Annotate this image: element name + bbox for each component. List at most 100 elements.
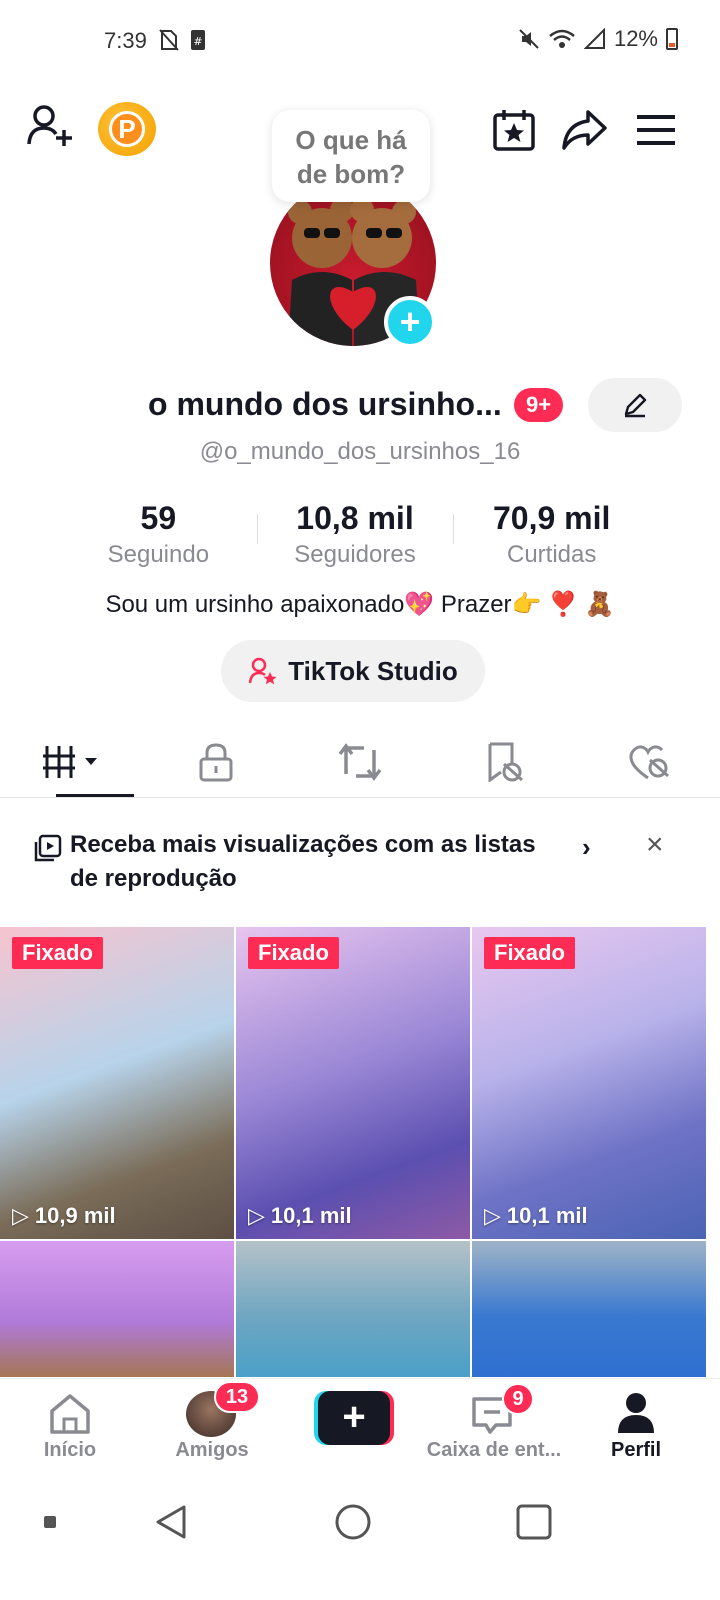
svg-text:#: # bbox=[193, 35, 202, 48]
hamburger-icon bbox=[637, 115, 675, 145]
video-thumbnail[interactable]: Fixado ▷ 10,1 mil bbox=[236, 927, 470, 1239]
video-grid: Fixado ▷ 10,9 mil Fixado ▷ 10,1 mil Fixado… bbox=[0, 927, 720, 1377]
repost-icon bbox=[338, 742, 382, 781]
plus-icon: + bbox=[318, 1391, 390, 1445]
tab-private[interactable] bbox=[144, 726, 288, 797]
nav-friends-label: Amigos bbox=[175, 1439, 249, 1461]
profile-stats: 59 Seguindo 10,8 mil Seguidores 70,9 mil… bbox=[60, 500, 650, 580]
home-button-icon[interactable] bbox=[334, 1503, 372, 1541]
menu-button[interactable] bbox=[630, 104, 682, 156]
plus-icon: + bbox=[399, 301, 421, 342]
back-button-icon[interactable] bbox=[154, 1504, 190, 1540]
view-count: ▷ 10,1 mil bbox=[484, 1203, 588, 1229]
nav-inbox[interactable]: 9 Caixa de ent... bbox=[424, 1379, 564, 1479]
playlist-banner[interactable]: Receba mais visualizações com as listas … bbox=[0, 818, 720, 918]
status-left-icons: # bbox=[158, 28, 206, 52]
battery-text: 12% bbox=[613, 26, 658, 51]
home-icon bbox=[50, 1394, 90, 1434]
stat-value: 59 bbox=[140, 500, 177, 536]
pencil-icon bbox=[624, 393, 647, 418]
lock-icon bbox=[199, 742, 233, 781]
stat-value: 10,8 mil bbox=[296, 500, 414, 536]
pinned-badge: Fixado bbox=[248, 937, 339, 969]
status-time: 7:39 bbox=[104, 28, 147, 53]
heart-hidden-icon bbox=[629, 744, 669, 779]
profile-bio: Sou um ursinho apaixonado💖 Prazer👉 ❣️ 🧸 bbox=[105, 591, 615, 618]
play-icon: ▷ bbox=[484, 1203, 501, 1228]
no-sim-icon bbox=[159, 29, 179, 51]
play-icon: ▷ bbox=[12, 1203, 29, 1228]
tab-favorites[interactable] bbox=[432, 726, 576, 797]
playlist-banner-text: Receba mais visualizações com as listas … bbox=[70, 831, 536, 892]
profile-tabs bbox=[0, 726, 720, 798]
recents-button-icon[interactable] bbox=[516, 1504, 552, 1540]
name-row: o mundo dos ursinho... 9+ bbox=[0, 378, 720, 432]
profile-icon bbox=[618, 1393, 654, 1433]
signal-icon bbox=[583, 28, 605, 49]
storage-icon: # bbox=[191, 30, 205, 50]
bubble-line-2: de bom? bbox=[296, 159, 406, 189]
nav-profile[interactable]: Perfil bbox=[566, 1379, 706, 1479]
tab-videos[interactable] bbox=[0, 726, 144, 797]
whats-up-bubble[interactable]: O que há de bom? bbox=[272, 110, 430, 202]
friends-badge: 13 bbox=[214, 1381, 260, 1413]
display-name: o mundo dos ursinho... bbox=[148, 386, 502, 422]
pinned-badge: Fixado bbox=[484, 937, 575, 969]
edit-profile-button[interactable] bbox=[588, 378, 682, 432]
video-thumbnail[interactable] bbox=[472, 1241, 706, 1377]
share-icon bbox=[562, 110, 607, 150]
nav-home[interactable]: Início bbox=[0, 1379, 140, 1479]
view-count: ▷ 10,9 mil bbox=[12, 1203, 116, 1229]
wifi-icon bbox=[549, 29, 575, 48]
stat-label: Seguindo bbox=[107, 541, 210, 568]
bottom-nav: Início 13 Amigos + 9 Caixa de ent... Per… bbox=[0, 1378, 720, 1478]
status-bar: 7:39 # 12% bbox=[0, 0, 720, 80]
keyboard-toggle-icon[interactable] bbox=[44, 1516, 56, 1528]
bubble-line-1: O que há bbox=[295, 125, 407, 155]
stat-label: Curtidas bbox=[506, 541, 597, 568]
video-thumbnail[interactable]: Fixado ▷ 10,1 mil bbox=[472, 927, 706, 1239]
view-count-text: 10,1 mil bbox=[270, 1203, 352, 1228]
mute-icon bbox=[519, 29, 539, 49]
videos-grid-icon bbox=[43, 745, 97, 778]
stat-likes[interactable]: 70,9 mil Curtidas bbox=[453, 500, 650, 580]
nav-friends[interactable]: 13 Amigos bbox=[142, 1379, 282, 1479]
android-nav-bar bbox=[0, 1478, 720, 1600]
play-icon: ▷ bbox=[248, 1203, 265, 1228]
nav-profile-label: Perfil bbox=[610, 1439, 662, 1461]
creator-star-icon bbox=[249, 657, 277, 685]
close-banner-button[interactable]: × bbox=[646, 828, 664, 862]
video-thumbnail[interactable]: Fixado ▷ 10,9 mil bbox=[0, 927, 234, 1239]
share-profile-button[interactable] bbox=[558, 104, 610, 156]
calendar-star-icon bbox=[493, 110, 535, 151]
events-button[interactable] bbox=[488, 104, 540, 156]
create-button[interactable]: + bbox=[314, 1391, 394, 1445]
stat-value: 70,9 mil bbox=[492, 500, 611, 536]
view-count-text: 10,9 mil bbox=[34, 1203, 116, 1228]
coin-icon: P bbox=[109, 111, 145, 147]
nav-inbox-label: Caixa de ent... bbox=[426, 1439, 562, 1461]
stat-following[interactable]: 59 Seguindo bbox=[60, 500, 257, 580]
add-friend-button[interactable] bbox=[24, 100, 76, 152]
video-thumbnail[interactable] bbox=[0, 1241, 234, 1377]
tiktok-studio-button[interactable]: TikTok Studio bbox=[221, 640, 485, 702]
stat-followers[interactable]: 10,8 mil Seguidores bbox=[256, 500, 454, 580]
chevron-right-icon: › bbox=[582, 832, 591, 862]
coins-button[interactable]: P bbox=[98, 102, 156, 156]
add-user-icon bbox=[27, 105, 72, 146]
stat-label: Seguidores bbox=[294, 541, 416, 568]
video-thumbnail[interactable] bbox=[236, 1241, 470, 1377]
playlist-icon bbox=[34, 834, 62, 862]
battery-icon bbox=[666, 28, 678, 50]
tab-liked[interactable] bbox=[576, 726, 720, 797]
nav-home-label: Início bbox=[43, 1439, 97, 1461]
notification-badge[interactable]: 9+ bbox=[514, 388, 564, 422]
pinned-badge: Fixado bbox=[12, 937, 103, 969]
inbox-badge: 9 bbox=[502, 1383, 534, 1415]
add-story-button[interactable]: + bbox=[384, 296, 436, 348]
view-count-text: 10,1 mil bbox=[506, 1203, 588, 1228]
bookmark-hidden-icon bbox=[488, 742, 523, 782]
tab-reposts[interactable] bbox=[288, 726, 432, 797]
studio-label: TikTok Studio bbox=[288, 655, 458, 686]
view-count: ▷ 10,1 mil bbox=[248, 1203, 352, 1229]
